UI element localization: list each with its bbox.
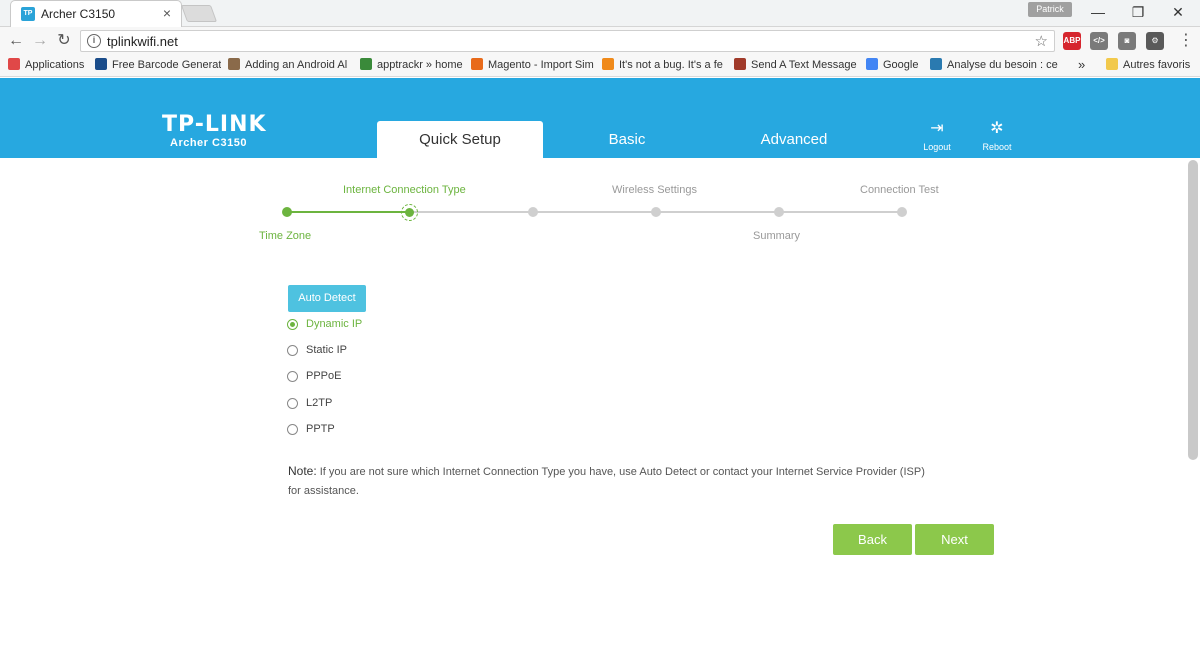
info-icon[interactable]: i [87, 34, 101, 48]
bookmark-item[interactable]: Applications [8, 58, 90, 75]
step-dot-time-zone [282, 207, 292, 217]
dev-tools-extension-icon[interactable]: </> [1090, 32, 1108, 50]
bookmark-favicon-icon [8, 58, 20, 70]
restore-button[interactable]: ❐ [1126, 2, 1150, 22]
logout-button[interactable]: ⇥ Logout [917, 120, 957, 152]
tab-title: Archer C3150 [41, 7, 116, 21]
chrome-menu-icon[interactable]: ⋮ [1176, 31, 1196, 51]
step-dot-current [401, 204, 418, 221]
bookmark-favicon-icon [360, 58, 372, 70]
radio-label: Static IP [306, 344, 347, 356]
url-text[interactable]: tplinkwifi.net [107, 34, 178, 49]
bookmark-favicon-icon [228, 58, 240, 70]
star-icon[interactable]: ☆ [1035, 32, 1048, 50]
logout-icon: ⇥ [930, 120, 944, 137]
bookmark-label: apptrackr » home [377, 59, 463, 71]
radio-label: PPTP [306, 423, 335, 435]
bookmark-label: Magento - Import Sim [488, 59, 594, 71]
bookmark-favicon-icon [930, 58, 942, 70]
address-bar[interactable]: i tplinkwifi.net ☆ [80, 30, 1055, 52]
step-dot [528, 207, 538, 217]
bookmark-favicon-icon [602, 58, 614, 70]
reboot-label: Reboot [982, 142, 1012, 152]
bookmark-label: Free Barcode Generat [112, 59, 221, 71]
bookmark-item[interactable]: Adding an Android Al [228, 58, 354, 75]
bookmark-label: Google [883, 59, 919, 71]
page-scrollbar[interactable] [1188, 160, 1198, 460]
other-bookmarks-folder[interactable]: Autres favoris [1106, 58, 1190, 75]
bookmark-item[interactable]: Free Barcode Generat [95, 58, 221, 75]
close-window-button[interactable]: ✕ [1166, 2, 1190, 22]
profile-badge[interactable]: Patrick [1028, 2, 1072, 17]
bookmark-label: Adding an Android Al [245, 59, 348, 71]
progress-track-done [287, 211, 410, 213]
back-icon[interactable]: ← [6, 31, 26, 51]
note-label: Note: [288, 464, 317, 478]
radio-button[interactable] [287, 345, 298, 356]
bookmark-item[interactable]: It's not a bug. It's a fe [602, 58, 728, 75]
logout-label: Logout [923, 142, 951, 152]
bookmark-item[interactable]: Google [866, 58, 922, 75]
screenshot-extension-icon[interactable]: ◙ [1118, 32, 1136, 50]
step-label-wireless-settings: Wireless Settings [612, 184, 697, 196]
step-dot-summary [774, 207, 784, 217]
bookmark-favicon-icon [734, 58, 746, 70]
bookmarks-bar: Applications Free Barcode Generat Adding a… [0, 55, 1200, 77]
router-header: TP-LINK Archer C3150 Quick Setup Basic A… [0, 78, 1200, 158]
help-note: Note: If you are not sure which Internet… [288, 462, 928, 501]
back-button[interactable]: Back [833, 524, 912, 555]
browser-titlebar: TP Archer C3150 × Patrick — ❐ ✕ [0, 0, 1200, 27]
step-dot-connection-test [897, 207, 907, 217]
next-button[interactable]: Next [915, 524, 994, 555]
step-label-time-zone: Time Zone [259, 230, 312, 242]
step-dot-wireless-settings [651, 207, 661, 217]
note-text: If you are not sure which Internet Conne… [288, 466, 925, 497]
bookmarks-overflow-icon[interactable]: » [1078, 57, 1085, 74]
bookmark-item[interactable]: Analyse du besoin : ce [930, 58, 1060, 75]
new-tab-button[interactable] [180, 5, 218, 22]
folder-icon [1106, 58, 1118, 70]
radio-label: PPPoE [306, 370, 342, 382]
settings-extension-icon[interactable]: ⚙ [1146, 32, 1164, 50]
address-bar-row: ← → ↻ i tplinkwifi.net ☆ ABP </> ◙ ⚙ ⋮ [0, 27, 1200, 55]
bookmark-favicon-icon [471, 58, 483, 70]
bookmark-label: Applications [25, 59, 85, 71]
step-label-summary: Summary [753, 230, 801, 242]
model-name: Archer C3150 [170, 137, 247, 149]
tab-basic[interactable]: Basic [544, 121, 710, 158]
bookmark-favicon-icon [866, 58, 878, 70]
browser-tab[interactable]: TP Archer C3150 × [10, 0, 182, 27]
minimize-button[interactable]: — [1086, 2, 1110, 22]
step-label-internet-connection-type: Internet Connection Type [343, 184, 466, 196]
bookmark-item[interactable]: Magento - Import Sim [471, 58, 595, 75]
bookmark-label: Send A Text Message [751, 59, 857, 71]
radio-label: Dynamic IP [306, 318, 363, 330]
bookmark-label: Analyse du besoin : ce [947, 59, 1058, 71]
radio-button[interactable] [287, 398, 298, 409]
bookmark-item[interactable]: Send A Text Message [734, 58, 860, 75]
step-label-connection-test: Connection Test [860, 184, 939, 196]
radio-button[interactable] [287, 371, 298, 382]
reboot-button[interactable]: ✲ Reboot [977, 120, 1017, 152]
forward-icon[interactable]: → [30, 31, 50, 51]
radio-button[interactable] [287, 424, 298, 435]
bookmark-favicon-icon [95, 58, 107, 70]
reboot-icon: ✲ [990, 120, 1004, 137]
adblock-plus-extension-icon[interactable]: ABP [1063, 32, 1081, 50]
tab-close-icon[interactable]: × [163, 5, 171, 21]
radio-button[interactable] [287, 319, 298, 330]
reload-icon[interactable]: ↻ [54, 31, 74, 51]
auto-detect-button[interactable]: Auto Detect [288, 285, 366, 312]
tab-quick-setup[interactable]: Quick Setup [377, 121, 543, 158]
tp-link-favicon-icon: TP [21, 7, 35, 21]
tp-link-logo: TP-LINK [162, 112, 267, 137]
bookmark-label: It's not a bug. It's a fe [619, 59, 723, 71]
tab-advanced[interactable]: Advanced [711, 121, 877, 158]
bookmark-item[interactable]: apptrackr » home [360, 58, 464, 75]
radio-label: L2TP [306, 397, 333, 409]
